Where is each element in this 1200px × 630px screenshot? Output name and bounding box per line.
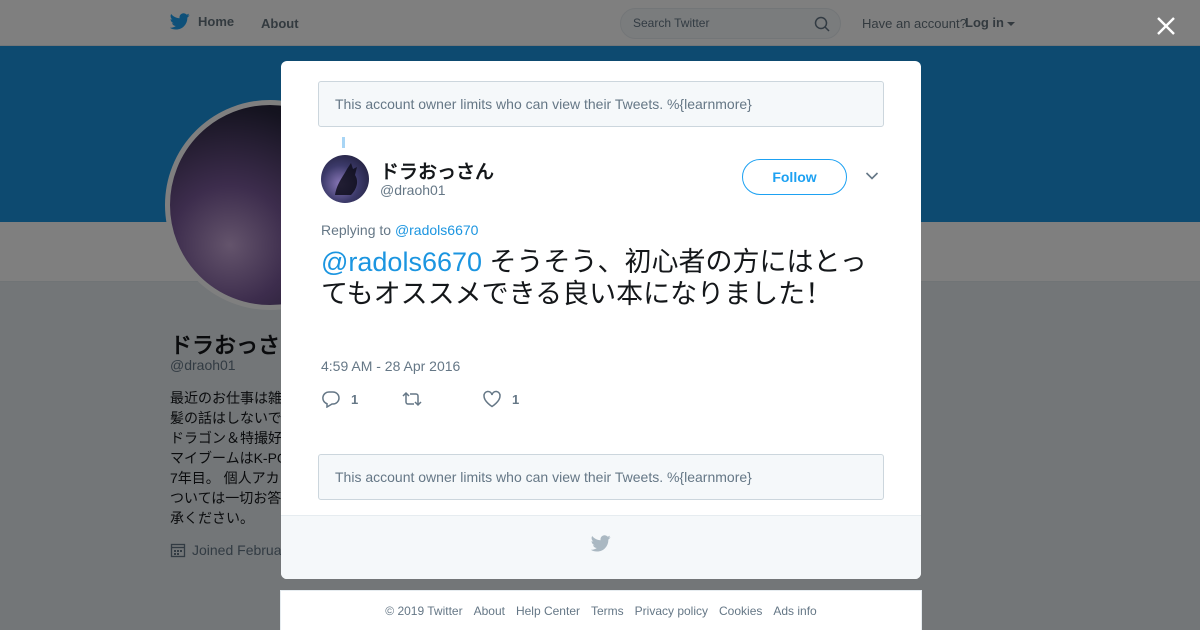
footer-link-about[interactable]: About xyxy=(474,604,505,618)
heart-icon xyxy=(483,390,501,408)
protected-notice: This account owner limits who can view t… xyxy=(318,81,884,127)
follow-button[interactable]: Follow xyxy=(742,159,847,195)
tweet-modal: This account owner limits who can view t… xyxy=(281,61,921,579)
footer-link-terms[interactable]: Terms xyxy=(591,604,624,618)
reply-count: 1 xyxy=(351,391,359,407)
close-icon[interactable] xyxy=(1152,12,1180,40)
like-count: 1 xyxy=(512,391,520,407)
replying-to: Replying to @radols6670 xyxy=(321,222,478,238)
dragon-avatar-image xyxy=(335,163,358,195)
twitter-bird-icon xyxy=(591,535,611,552)
mention-link[interactable]: @radols6670 xyxy=(321,247,482,277)
modal-footer xyxy=(281,515,921,579)
retweet-button[interactable] xyxy=(401,390,433,408)
tweet-timestamp[interactable]: 4:59 AM - 28 Apr 2016 xyxy=(321,358,460,374)
page-footer: © 2019 Twitter About Help Center Terms P… xyxy=(280,590,922,630)
tweet-author-name[interactable]: ドラおっさん xyxy=(380,157,494,184)
protected-notice-bottom: This account owner limits who can view t… xyxy=(318,454,884,500)
tweet-avatar[interactable] xyxy=(321,155,369,203)
retweet-icon xyxy=(402,391,422,407)
footer-copyright: © 2019 Twitter xyxy=(385,603,463,618)
replying-prefix: Replying to xyxy=(321,222,395,238)
reply-button[interactable]: 1 xyxy=(321,390,358,408)
footer-link-privacy[interactable]: Privacy policy xyxy=(635,604,708,618)
footer-link-cookies[interactable]: Cookies xyxy=(719,604,762,618)
chevron-down-icon[interactable] xyxy=(865,171,879,181)
tweet-text: @radols6670 そうそう、初心者の方にはとってもオススメできる良い本にな… xyxy=(321,246,881,310)
tweet-author-handle[interactable]: @draoh01 xyxy=(380,182,446,198)
footer-link-ads-info[interactable]: Ads info xyxy=(773,604,816,618)
replying-to-link[interactable]: @radols6670 xyxy=(395,222,479,238)
thread-connector xyxy=(342,137,345,148)
like-button[interactable]: 1 xyxy=(482,390,519,408)
footer-link-help-center[interactable]: Help Center xyxy=(516,604,580,618)
reply-icon xyxy=(322,391,340,408)
